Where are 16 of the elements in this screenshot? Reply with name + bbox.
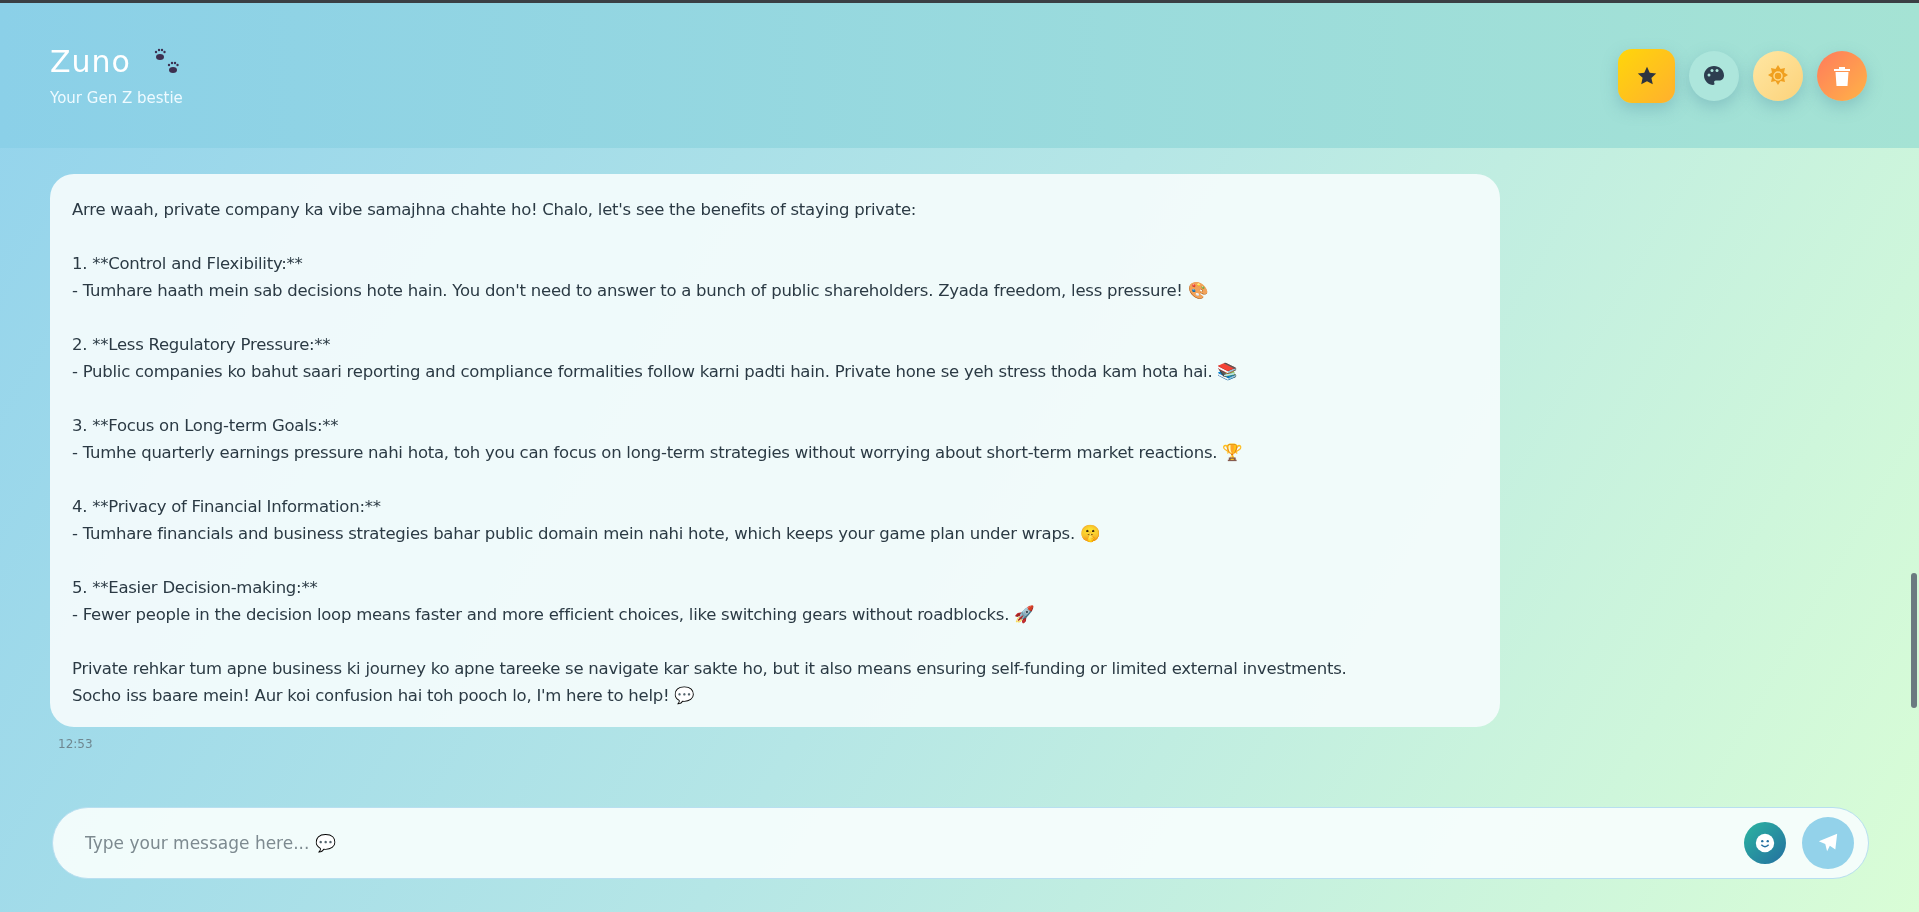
scrollbar-thumb[interactable] xyxy=(1911,573,1917,708)
input-bar[interactable]: Type your message here... 💬 xyxy=(52,807,1869,879)
trash-button[interactable] xyxy=(1817,50,1867,101)
app-title: Zuno xyxy=(50,44,131,79)
star-button[interactable] xyxy=(1618,48,1675,103)
message-input[interactable]: Type your message here... 💬 xyxy=(83,832,1728,854)
message-time: 12:53 xyxy=(58,737,93,751)
send-button[interactable] xyxy=(1802,817,1854,869)
palette-button[interactable] xyxy=(1689,50,1739,101)
app-subtitle: Your Gen Z bestie xyxy=(50,89,183,107)
chat-message: Arre waah, private company ka vibe samajhna chahte ho! Chalo, let's see the benefits of staying private: 1. **Control and Flexibility:** - Tumhare haath mein sab decisions hote hain. You don't need to answer to a bunch of public shareholders. Zyada freedom, less pressure! 🎨 2. **Less Regulatory Pressure:** - Public companies ko bahut saari reporting and compliance formalities follow karni padti hain. Private hone se yeh stress thoda kam hota hai. 📚 3. **Focus on Long-term Goals:** - Tumhe quarterly earnings pressure nahi hota, toh you can focus on long-term strategies without worrying about short-term market reactions. 🏆 4. **Privacy of Financial Information:** - Tumhare financials and business strategies bahar public domain mein nahi hote, which keeps your game plan under wraps. 🤫 5. **Easier Decision-making:** - Fewer people in the decision loop means faster and more efficient choices, like switching gears without roadblocks. 🚀 Private rehkar tum apne business ki journey ko apne tareeke se navigate kar sakte ho, but it also means ensuring self-funding or limited external investments. Socho iss baare mein! Aur koi confusion hai toh pooch lo, I'm here to help! 💬 xyxy=(50,174,1500,727)
smiley-icon xyxy=(1754,832,1776,854)
sun-button[interactable] xyxy=(1753,50,1803,101)
trash-icon xyxy=(1832,64,1852,87)
emoji-button[interactable] xyxy=(1744,822,1786,864)
palette-icon xyxy=(1702,63,1726,88)
